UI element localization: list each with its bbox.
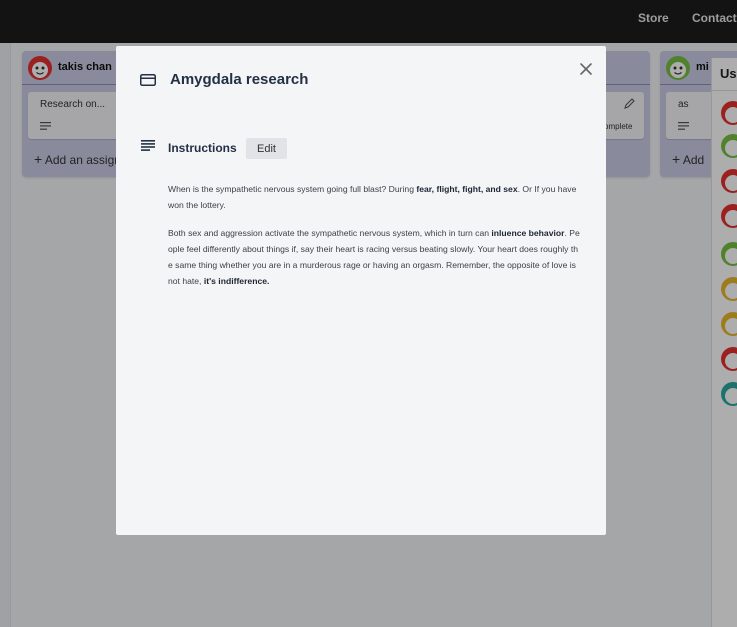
instructions-paragraph: When is the sympathetic nervous system g… <box>168 181 582 213</box>
bold-text-run: inluence behavior <box>491 228 565 238</box>
dialog-title: Amygdala research <box>170 71 309 88</box>
edit-instructions-button[interactable]: Edit <box>246 138 287 159</box>
text-run: When is the sympathetic nervous system g… <box>168 184 417 194</box>
bold-text-run: fear, flight, fight, and sex <box>416 184 518 194</box>
assignment-dialog: Amygdala research Instructions Edit When… <box>116 46 606 535</box>
close-button[interactable] <box>575 58 597 80</box>
instructions-paragraph: Both sex and aggression activate the sym… <box>168 225 582 289</box>
instructions-text: When is the sympathetic nervous system g… <box>168 181 582 301</box>
bold-text-run: it's indifference. <box>203 276 270 286</box>
card-icon <box>140 74 156 86</box>
text-run: Both sex and aggression activate the sym… <box>168 228 492 238</box>
close-icon <box>580 63 592 75</box>
description-icon <box>141 140 155 151</box>
instructions-heading: Instructions <box>168 141 237 155</box>
